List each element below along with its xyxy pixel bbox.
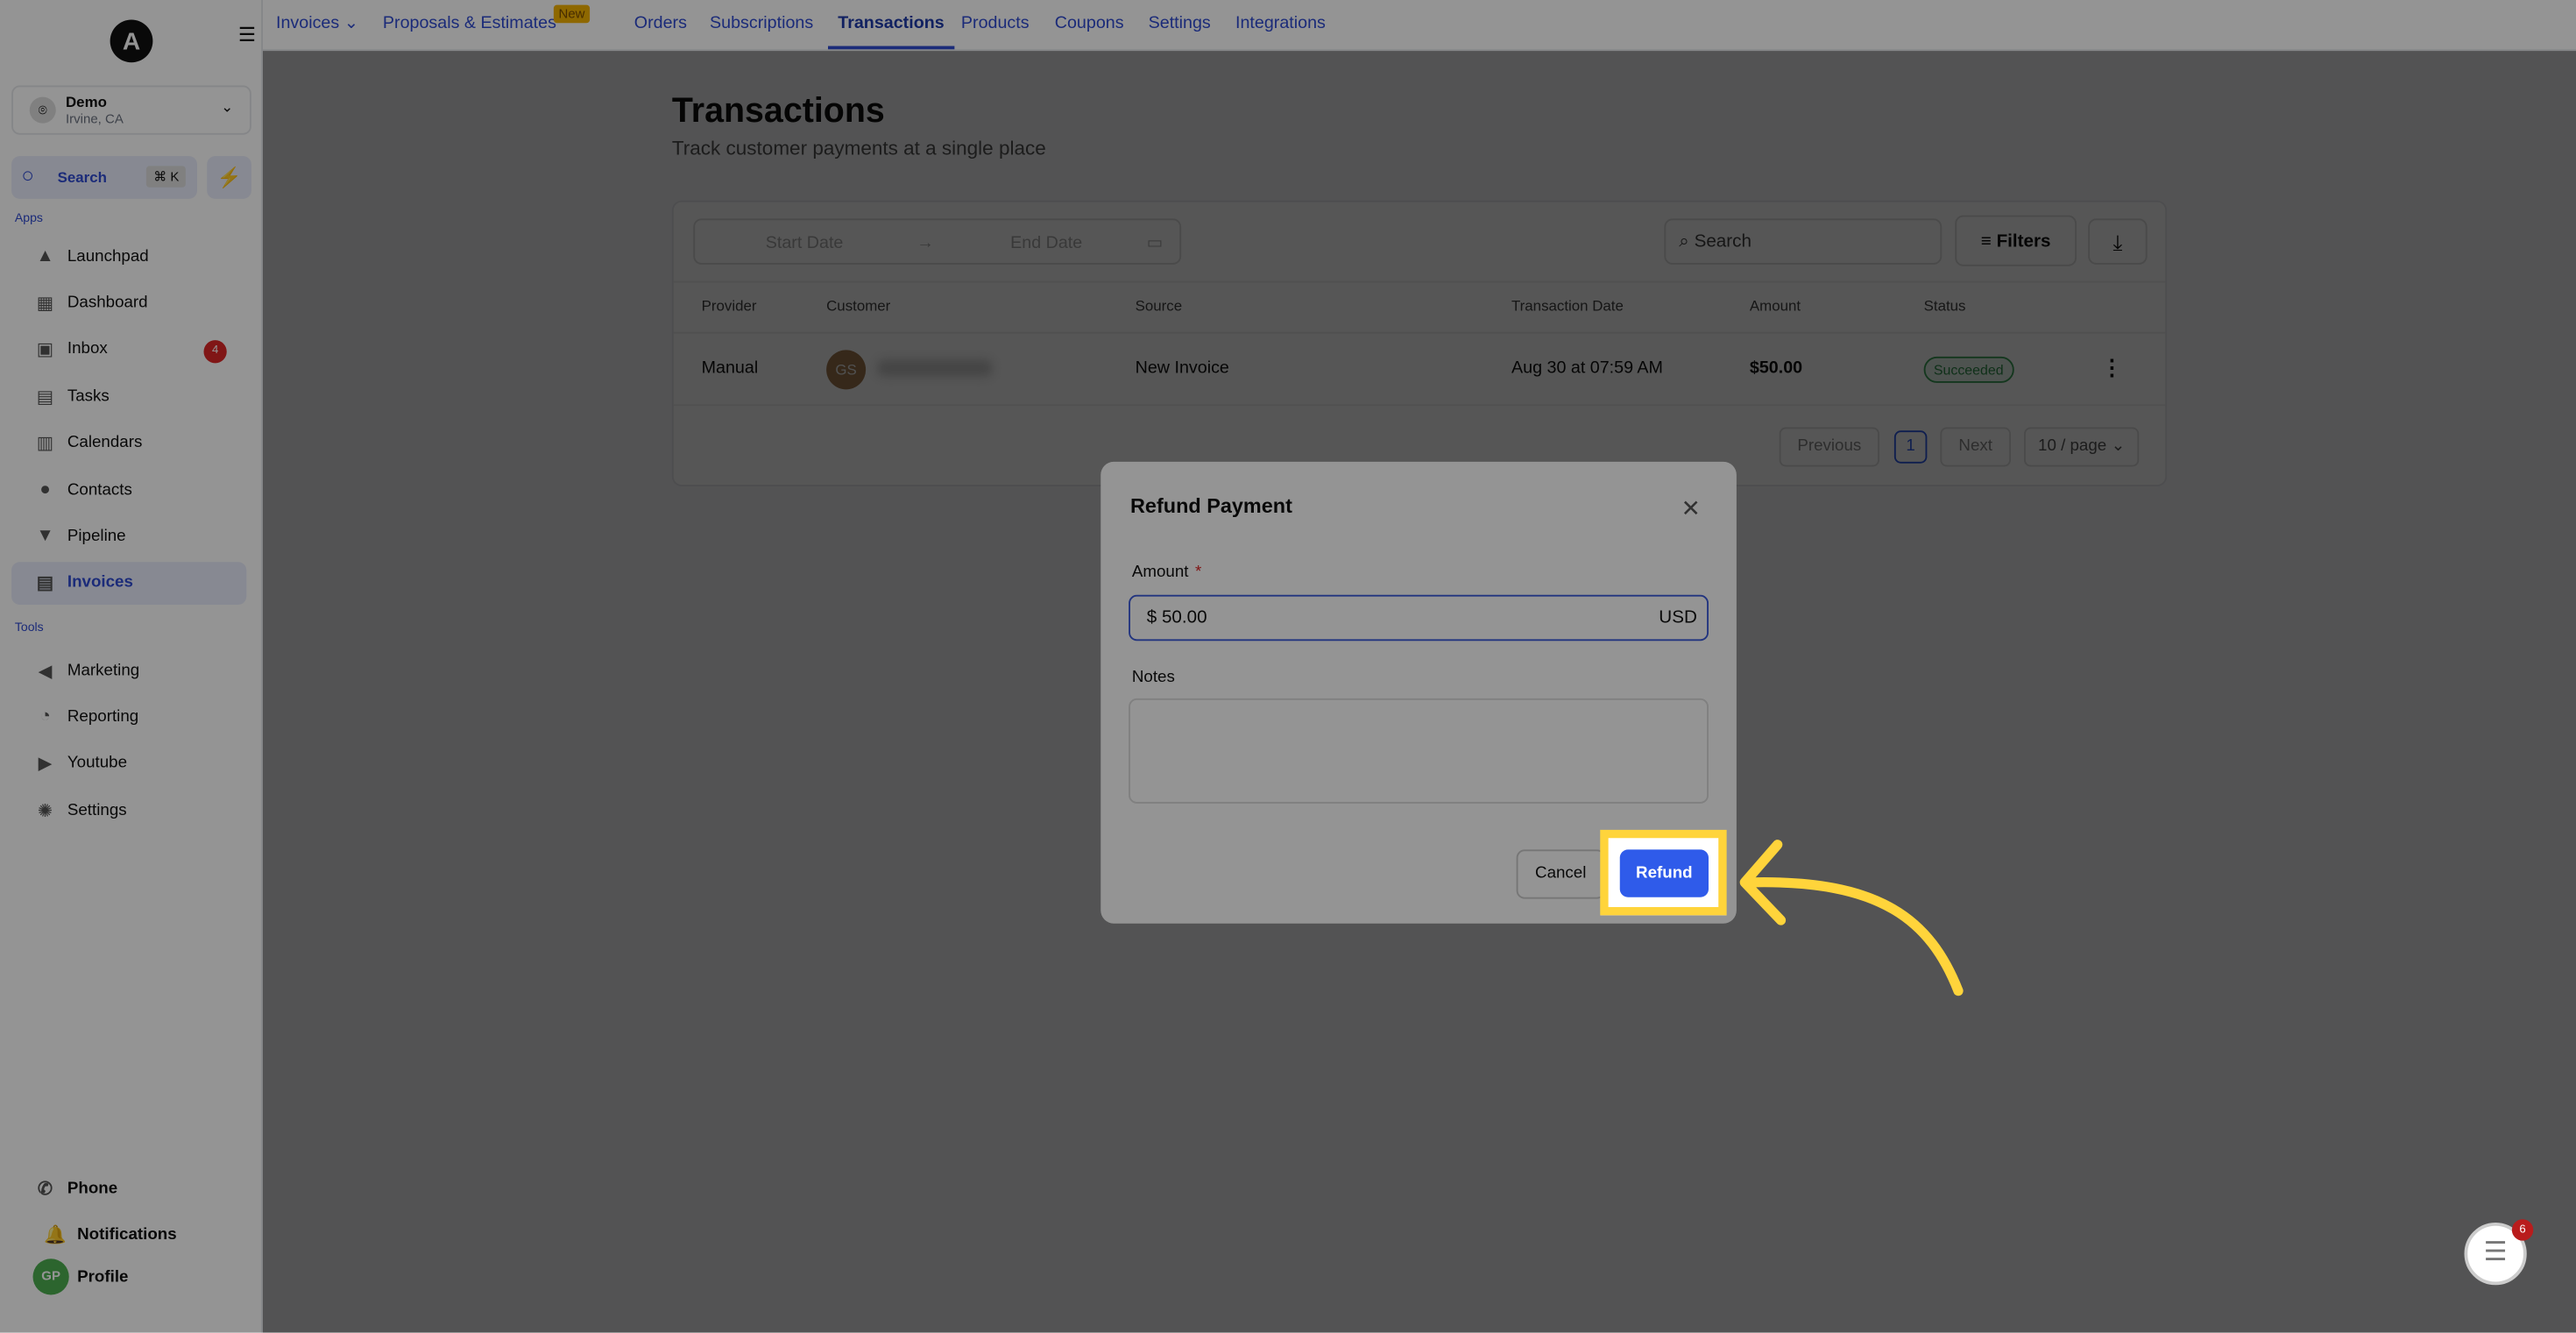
sidebar: A ☰ ⌾ Demo Irvine, CA ⌄ ○ Search ⌘ K ⚡ A… <box>0 0 263 1333</box>
inbox-count-badge: 4 <box>203 339 227 363</box>
location-city: Irvine, CA <box>66 111 124 127</box>
sidebar-item-launchpad[interactable]: ▲ Launchpad <box>11 235 246 278</box>
modal-title: Refund Payment <box>1130 494 1292 518</box>
megaphone-icon: ◀ <box>38 661 53 682</box>
invoice-icon: ▤ <box>36 573 54 594</box>
sidebar-item-label: Reporting <box>67 707 139 727</box>
sidebar-item-marketing[interactable]: ◀ Marketing <box>11 649 246 692</box>
close-icon[interactable]: ✕ <box>1681 494 1701 522</box>
shortcut-hint: ⌘ K <box>146 166 186 188</box>
sidebar-item-label: Phone <box>67 1179 118 1197</box>
amount-field[interactable]: $ 50.00 USD <box>1129 594 1709 642</box>
apps-section-label: Apps <box>14 210 43 225</box>
bell-icon: 🔔 <box>43 1224 67 1245</box>
tab-coupons[interactable]: Coupons <box>1055 13 1124 33</box>
sidebar-item-youtube[interactable]: ▶ Youtube <box>11 742 246 785</box>
location-switcher[interactable]: ⌾ Demo Irvine, CA ⌄ <box>11 85 251 135</box>
currency-label: USD <box>1659 607 1697 628</box>
sidebar-item-label: Youtube <box>67 755 128 773</box>
sidebar-item-contacts[interactable]: ● Contacts <box>11 468 246 511</box>
location-name: Demo <box>66 93 107 110</box>
tab-subscriptions[interactable]: Subscriptions <box>710 13 813 33</box>
app-logo: A <box>110 19 153 63</box>
refund-button[interactable]: Refund <box>1619 849 1709 897</box>
rocket-icon: ▲ <box>36 246 54 266</box>
sidebar-item-tasks[interactable]: ▤ Tasks <box>11 375 246 418</box>
tab-invoices[interactable]: Invoices ⌄ <box>276 13 358 33</box>
pointer-arrow-icon <box>1739 840 1964 996</box>
tools-section-label: Tools <box>14 619 44 635</box>
grid-icon: ▦ <box>36 294 54 314</box>
top-navigation: Invoices ⌄ Proposals & Estimates New Ord… <box>263 0 2576 52</box>
sidebar-item-label: Settings <box>67 801 127 820</box>
sidebar-item-phone[interactable]: ✆ Phone <box>11 1166 246 1209</box>
gear-icon: ✺ <box>37 801 53 821</box>
sidebar-item-inbox[interactable]: ▣ Inbox 4 <box>11 329 246 372</box>
youtube-icon: ▶ <box>38 755 53 775</box>
sidebar-item-calendars[interactable]: ▥ Calendars <box>11 422 246 464</box>
cancel-button[interactable]: Cancel <box>1516 849 1605 899</box>
inbox-icon: ▣ <box>36 340 54 361</box>
funnel-icon: ▼ <box>36 526 54 547</box>
sidebar-item-label: Marketing <box>67 661 140 680</box>
tab-transactions[interactable]: Transactions <box>828 13 954 50</box>
sidebar-item-notifications[interactable]: 🔔 Notifications <box>11 1213 246 1256</box>
sidebar-item-label: Notifications <box>77 1224 177 1244</box>
location-icon: ⌾ <box>29 96 56 124</box>
search-button[interactable]: ○ Search ⌘ K <box>11 156 197 199</box>
tab-orders[interactable]: Orders <box>634 13 687 33</box>
avatar: GP <box>32 1259 69 1295</box>
chat-badge: 6 <box>2511 1219 2534 1241</box>
search-label: Search <box>57 169 107 186</box>
calendar-icon: ▥ <box>36 434 54 454</box>
notes-label: Notes <box>1131 669 1175 687</box>
sidebar-item-settings[interactable]: ✺ Settings <box>11 789 246 832</box>
sidebar-item-label: Contacts <box>67 480 132 500</box>
sidebar-item-reporting[interactable]: ◔ Reporting <box>11 696 246 739</box>
clipboard-icon: ▤ <box>36 386 54 408</box>
collapse-menu-icon[interactable]: ☰ <box>238 23 256 46</box>
pie-icon: ◔ <box>39 706 51 727</box>
sidebar-item-label: Invoices <box>67 573 133 592</box>
person-icon: ● <box>39 479 51 500</box>
chevron-down-icon: ⌄ <box>221 98 234 116</box>
sidebar-item-label: Pipeline <box>67 527 126 546</box>
new-badge: New <box>553 4 591 24</box>
sidebar-item-dashboard[interactable]: ▦ Dashboard <box>11 281 246 324</box>
sidebar-item-label: Inbox <box>67 340 108 359</box>
tab-products[interactable]: Products <box>961 13 1030 33</box>
amount-label: Amount * <box>1131 564 1202 582</box>
sidebar-item-label: Profile <box>77 1267 129 1287</box>
quick-action-bolt-icon[interactable]: ⚡ <box>207 156 251 199</box>
notes-textarea[interactable] <box>1129 698 1709 804</box>
search-icon: ○ <box>21 162 35 188</box>
tab-settings[interactable]: Settings <box>1149 13 1211 33</box>
sidebar-item-invoices[interactable]: ▤ Invoices <box>11 561 247 605</box>
tab-integrations[interactable]: Integrations <box>1235 13 1326 33</box>
sidebar-item-profile[interactable]: GP Profile <box>11 1256 246 1299</box>
chat-widget-icon[interactable]: ☰ 6 <box>2464 1219 2534 1286</box>
sidebar-item-label: Calendars <box>67 434 143 452</box>
amount-value: $ 50.00 <box>1146 607 1207 628</box>
sidebar-item-label: Dashboard <box>67 294 148 313</box>
tab-proposals-estimates[interactable]: Proposals & Estimates <box>383 13 556 33</box>
sidebar-item-label: Tasks <box>67 386 110 406</box>
phone-icon: ✆ <box>37 1179 53 1199</box>
sidebar-item-label: Launchpad <box>67 247 149 266</box>
sidebar-item-pipeline[interactable]: ▼ Pipeline <box>11 515 246 558</box>
